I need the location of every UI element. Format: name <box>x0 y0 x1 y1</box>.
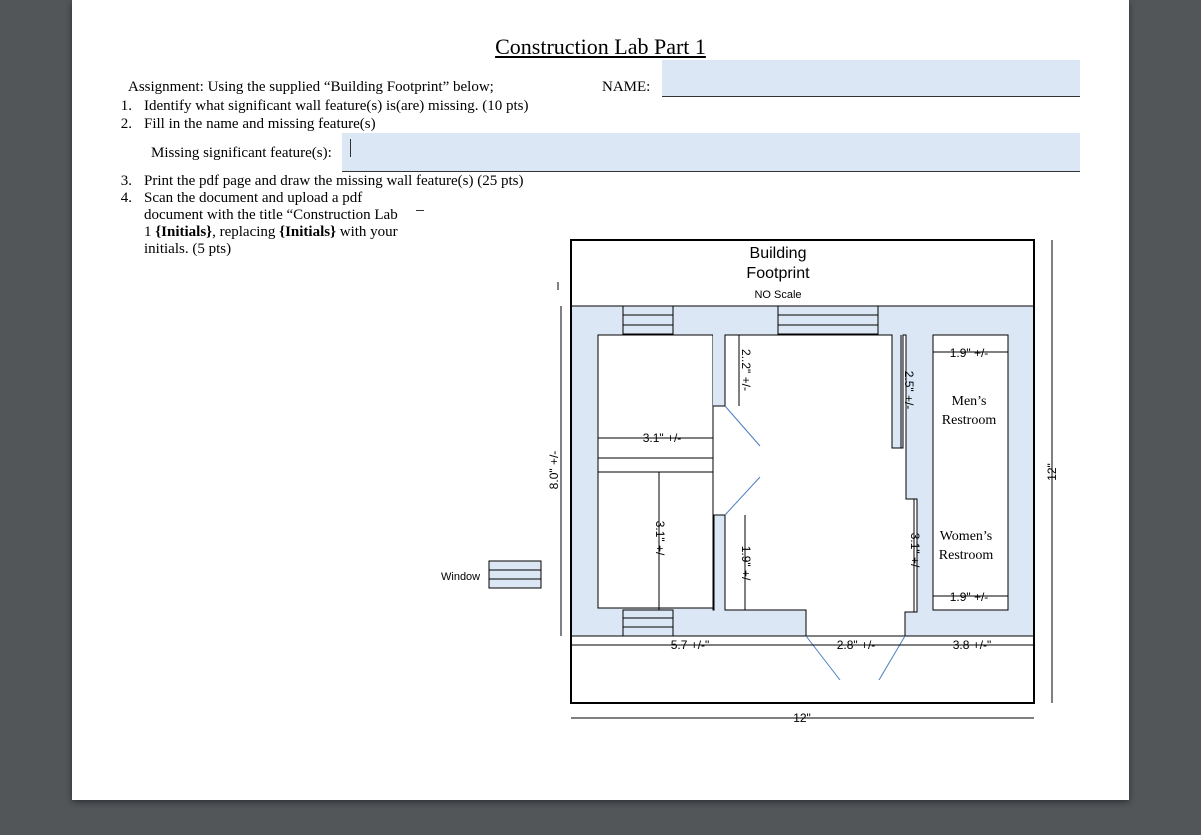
left-partition <box>597 457 729 473</box>
door-swing-entry-left <box>805 635 841 681</box>
window-bottom-left <box>622 609 674 637</box>
mens-restroom-label-2: Restroom <box>942 413 997 428</box>
dim-label-1-9-top: 1.9" +/- <box>950 346 989 360</box>
dim-label-3-8: 3.8 +/-" <box>953 638 992 652</box>
window-top-center <box>777 305 879 335</box>
dim-label-2-5: 2.5" +/- <box>902 371 916 410</box>
dim-label-3-1-right: 3.1" +/- <box>908 533 922 572</box>
restroom-block <box>932 334 1009 611</box>
dim-label-12-horiz: 12" <box>793 711 811 725</box>
womens-restroom-label-2: Restroom <box>939 548 994 563</box>
dim-label-2-2: 2..2" +/- <box>739 349 753 391</box>
document-page: Construction Lab Part 1 Assignment: Usin… <box>72 0 1129 800</box>
drawing-title-line-1: Building <box>750 245 807 262</box>
dim-label-8-0: 8.0" +/- <box>547 451 561 490</box>
building-footprint-drawing: Building Footprint NO Scale Window Men’s… <box>441 239 1059 725</box>
mens-restroom-label-1: Men’s <box>952 394 987 409</box>
dim-label-1-9-vert: 1.9" +/- <box>739 546 753 585</box>
window-top-left <box>622 305 674 335</box>
womens-restroom-label-1: Women’s <box>940 529 993 544</box>
drawing-scale-note: NO Scale <box>754 289 801 301</box>
dim-label-1-9-bottom: 1.9" +/- <box>950 590 989 604</box>
window-legend-symbol <box>488 560 542 589</box>
dim-label-3-1-horiz: 3.1" +/- <box>643 431 682 445</box>
dim-label-5-7: 5.7 +/-" <box>671 638 710 652</box>
window-legend-label: Window <box>441 571 480 583</box>
dim-label-3-1-vert: 3.1" +/- <box>653 521 667 560</box>
door-swing-entry-right <box>878 635 906 681</box>
drawing-title-line-2: Footprint <box>746 265 810 282</box>
dim-label-2-8: 2.8" +/- <box>837 638 876 652</box>
dim-label-12-vert: 12" <box>1045 463 1059 481</box>
